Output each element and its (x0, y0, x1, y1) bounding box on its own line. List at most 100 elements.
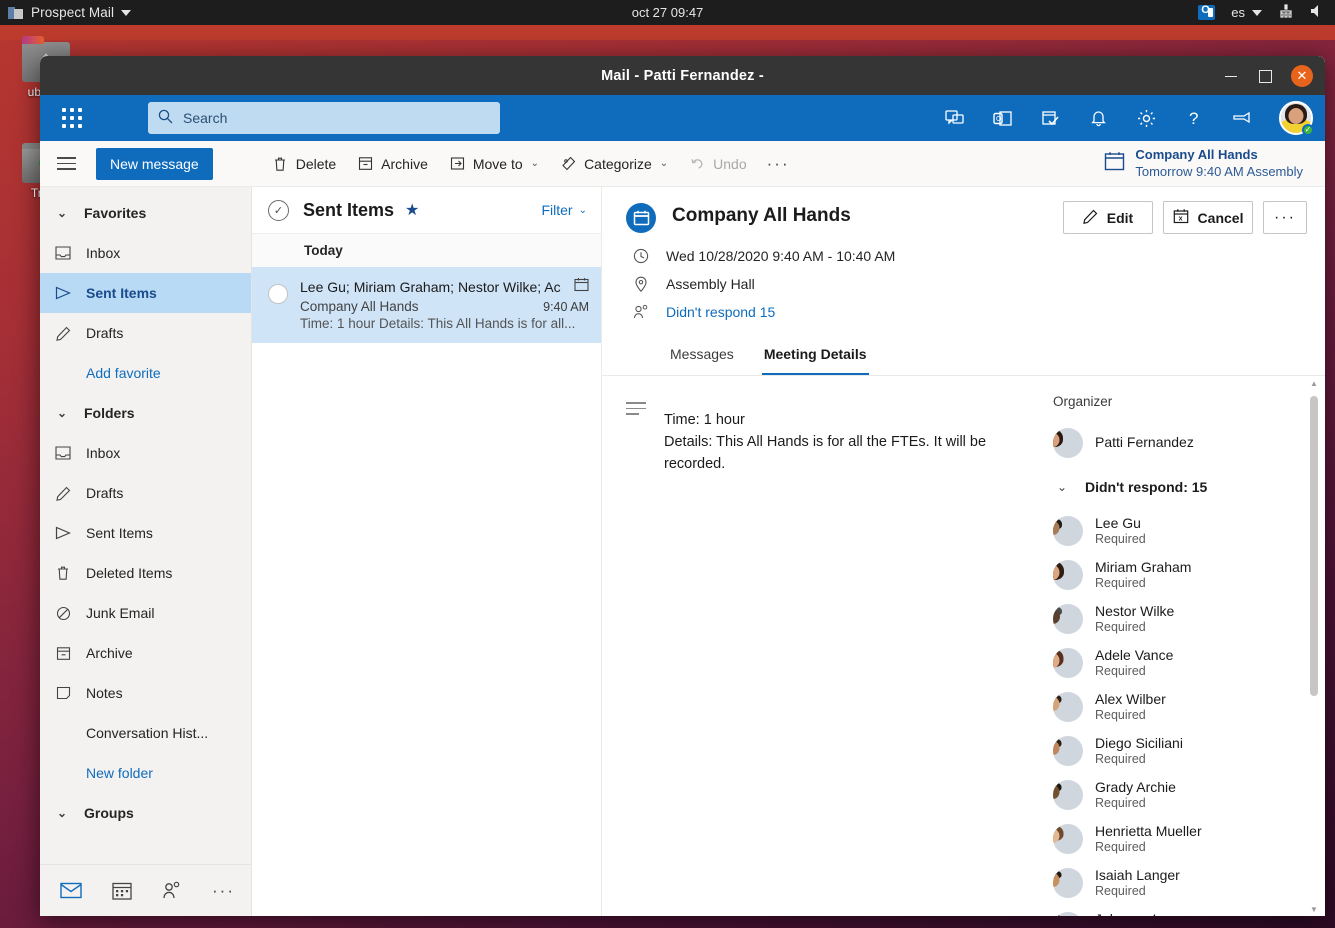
sidebar-item-sent-items[interactable]: Sent Items (40, 513, 251, 553)
favorites-label: Favorites (84, 205, 146, 221)
settings-gear-icon[interactable] (1129, 101, 1163, 135)
sidebar-item-favorites-inbox[interactable]: Inbox (40, 233, 251, 273)
language-indicator[interactable]: es (1231, 5, 1262, 20)
message-time: 9:40 AM (535, 300, 589, 314)
attendee-name: Henrietta Mueller (1095, 823, 1202, 840)
categorize-button[interactable]: Categorize ⌄ (551, 147, 678, 181)
window-maximize-button[interactable] (1257, 68, 1273, 84)
organizer-row[interactable]: Patti Fernandez (1053, 421, 1325, 465)
attendee-row[interactable]: Alex Wilber Required (1053, 685, 1325, 729)
sidebar-item-favorites-sent-items[interactable]: Sent Items (40, 273, 251, 313)
select-all-circle-icon[interactable]: ✓ (268, 200, 289, 221)
help-question-icon[interactable]: ? (1177, 101, 1211, 135)
sidebar-item-drafts[interactable]: Drafts (40, 473, 251, 513)
event-location: Assembly Hall (666, 276, 755, 292)
outlook-icon[interactable]: O (985, 101, 1019, 135)
more-actions-button[interactable]: ··· (1263, 201, 1307, 234)
calendar-icon (1104, 151, 1125, 176)
attendee-row[interactable]: Henrietta Mueller Required (1053, 817, 1325, 861)
new-folder-link[interactable]: New folder (40, 753, 251, 793)
move-to-button[interactable]: Move to ⌄ (440, 147, 549, 181)
attendee-row[interactable]: Adele Vance Required (1053, 641, 1325, 685)
mail-nav-icon[interactable] (60, 882, 82, 899)
search-box[interactable] (148, 102, 500, 134)
banner-title: Company All Hands (1135, 147, 1303, 164)
avatar (1053, 560, 1083, 590)
archive-button[interactable]: Archive (348, 147, 438, 181)
account-avatar[interactable]: ✓ (1279, 101, 1313, 135)
folder-pane-toggle-icon[interactable] (46, 141, 86, 187)
new-message-button[interactable]: New message (96, 148, 213, 180)
edit-button[interactable]: Edit (1063, 201, 1153, 234)
event-location-row: Assembly Hall (602, 270, 1325, 298)
attendee-name: Grady Archie (1095, 779, 1176, 796)
undo-button: Undo (680, 147, 756, 181)
sidebar-item-conversation-history[interactable]: Conversation Hist... (40, 713, 251, 753)
attendees-scrollbar[interactable]: ▲ ▼ (1307, 376, 1321, 916)
add-favorite-link[interactable]: Add favorite (40, 353, 251, 393)
scroll-down-arrow-icon[interactable]: ▼ (1307, 902, 1321, 916)
meeting-reminder-banner[interactable]: Company All Hands Tomorrow 9:40 AM Assem… (1104, 147, 1325, 180)
sidebar-item-junk-email[interactable]: Junk Email (40, 593, 251, 633)
network-icon[interactable] (1278, 4, 1294, 22)
sidebar-item-favorites-drafts[interactable]: Drafts (40, 313, 251, 353)
app-launcher-waffle-icon[interactable] (54, 100, 90, 136)
attendee-name: Miriam Graham (1095, 559, 1191, 576)
attendee-row[interactable]: Grady Archie Required (1053, 773, 1325, 817)
tab-meeting-details[interactable]: Meeting Details (762, 340, 869, 375)
scrollbar-thumb[interactable] (1310, 396, 1318, 696)
search-input[interactable] (183, 110, 490, 126)
message-select-circle[interactable] (268, 284, 288, 304)
attendee-name: Lee Gu (1095, 515, 1146, 532)
caret-down-icon[interactable] (121, 10, 131, 16)
search-icon (158, 109, 173, 128)
didnt-respond-section-toggle[interactable]: ⌄ Didn't respond: 15 (1053, 465, 1325, 509)
attendee-row[interactable]: Nestor Wilke Required (1053, 597, 1325, 641)
os-panel-app-name[interactable]: Prospect Mail (31, 5, 114, 20)
event-body-line-2: Details: This All Hands is for all the F… (664, 431, 994, 475)
language-caret-icon (1252, 10, 1262, 16)
delete-button[interactable]: Delete (263, 147, 346, 181)
people-nav-icon[interactable] (162, 881, 182, 900)
delete-label: Delete (296, 156, 336, 172)
attendee-row[interactable]: Miriam Graham Required (1053, 553, 1325, 597)
scroll-up-arrow-icon[interactable]: ▲ (1307, 376, 1321, 390)
more-nav-icon[interactable]: ··· (212, 881, 235, 901)
teams-chat-icon[interactable] (937, 101, 971, 135)
os-panel-clock[interactable]: oct 27 09:47 (0, 5, 1335, 20)
outlook-tray-icon[interactable] (1198, 5, 1215, 20)
attendee-row[interactable]: Johanna Lorenz Required (1053, 905, 1325, 916)
organizer-label: Organizer (1053, 394, 1325, 409)
volume-icon[interactable] (1310, 4, 1325, 21)
tasks-icon[interactable] (1033, 101, 1067, 135)
attendee-row[interactable]: Diego Siciliani Required (1053, 729, 1325, 773)
window-titlebar[interactable]: Mail - Patti Fernandez - ✕ (40, 56, 1325, 95)
sidebar-item-notes[interactable]: Notes (40, 673, 251, 713)
message-list-item[interactable]: Lee Gu; Miriam Graham; Nestor Wilke; Ac … (252, 267, 601, 343)
notifications-bell-icon[interactable] (1081, 101, 1115, 135)
window-close-button[interactable]: ✕ (1291, 65, 1313, 87)
sidebar-item-deleted-items[interactable]: Deleted Items (40, 553, 251, 593)
application-window: Mail - Patti Fernandez - ✕ O (40, 56, 1325, 916)
star-icon[interactable]: ★ (405, 200, 419, 220)
event-attendees-row[interactable]: Didn't respond 15 (602, 298, 1325, 326)
sidebar-item-archive[interactable]: Archive (40, 633, 251, 673)
attendee-row[interactable]: Lee Gu Required (1053, 509, 1325, 553)
favorites-group-header[interactable]: ⌄ Favorites (40, 193, 251, 233)
filter-button[interactable]: Filter ⌄ (541, 202, 587, 218)
attendee-row[interactable]: Isaiah Langer Required (1053, 861, 1325, 905)
cancel-button[interactable]: x Cancel (1163, 201, 1253, 234)
feedback-megaphone-icon[interactable] (1225, 101, 1259, 135)
window-title: Mail - Patti Fernandez - (40, 68, 1325, 84)
calendar-nav-icon[interactable] (112, 881, 132, 900)
command-overflow-button[interactable]: ··· (759, 147, 798, 181)
tab-messages[interactable]: Messages (668, 340, 736, 375)
groups-group-header[interactable]: ⌄ Groups (40, 793, 251, 833)
window-minimize-button[interactable] (1223, 68, 1239, 84)
folders-group-header[interactable]: ⌄ Folders (40, 393, 251, 433)
prospect-mail-icon (8, 6, 24, 20)
groups-label: Groups (84, 805, 134, 821)
avatar (1053, 736, 1083, 766)
location-pin-icon (632, 276, 650, 293)
sidebar-item-inbox[interactable]: Inbox (40, 433, 251, 473)
